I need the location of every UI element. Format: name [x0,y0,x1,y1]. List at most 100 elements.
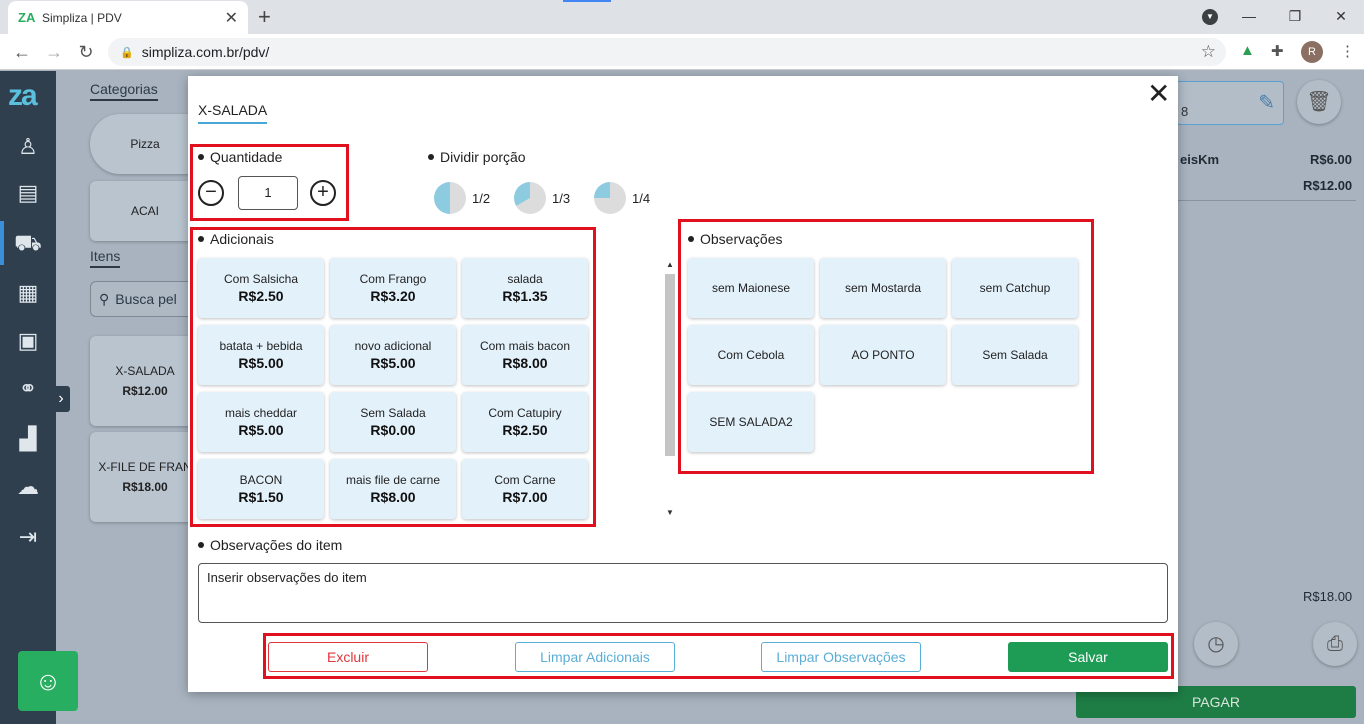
portion-half[interactable]: 1/2 [434,182,490,214]
observation-option[interactable]: sem Catchup [952,258,1078,318]
addition-card[interactable]: Com mais bacon R$8.00 [462,325,588,385]
forward-icon[interactable]: → [42,40,66,64]
search-placeholder: Busca pel [115,291,177,307]
observation-option[interactable]: AO PONTO [820,325,946,385]
addition-name: Com Salsicha [223,272,299,286]
addition-price: R$5.00 [370,355,416,371]
cloud-icon[interactable]: ☁ [12,471,44,503]
bookmark-star-icon[interactable]: ☆ [1201,42,1216,62]
customer-field-text: 8 [1181,104,1189,119]
chat-icon[interactable]: ☺ [18,651,78,711]
addition-card[interactable]: BACON R$1.50 [198,459,324,519]
addition-card[interactable]: Sem Salada R$0.00 [330,392,456,452]
register-icon[interactable]: ▦ [12,277,44,309]
split-label: Dividir porção [428,149,526,165]
profile-avatar[interactable]: R [1301,41,1323,63]
addition-price: R$2.50 [502,422,548,438]
card-icon[interactable]: ▤ [12,177,44,209]
customer-field[interactable]: 8 ✎ [1176,81,1284,125]
item-observations-textarea[interactable]: Inserir observações do item [198,563,1168,623]
sidebar-toggle-chevron-icon[interactable]: › [52,386,70,412]
addition-card[interactable]: salada R$1.35 [462,258,588,318]
observation-option[interactable]: Sem Salada [952,325,1078,385]
tab-search-icon[interactable]: ▼ [1202,9,1218,25]
addition-price: R$2.50 [238,288,284,304]
reload-icon[interactable]: ↻ [74,40,98,64]
portion-third[interactable]: 1/3 [514,182,570,214]
addition-card[interactable]: Com Catupiry R$2.50 [462,392,588,452]
handshake-icon[interactable]: ⚭ [12,373,44,405]
addition-name: Com Catupiry [488,406,562,420]
portion-quarter[interactable]: 1/4 [594,182,650,214]
chart-icon[interactable]: ▟ [12,423,44,455]
addition-price: R$1.50 [238,489,284,505]
user-org-icon[interactable]: ♙ [12,131,44,163]
printer-icon[interactable]: ⎙ [1313,622,1357,666]
item-name: X-FILE DE FRAN [98,460,192,474]
item-search-input[interactable]: ⚲ Busca pel [90,281,200,317]
quantity-label-text: Quantidade [210,149,283,165]
portion-label: 1/3 [552,190,571,206]
extensions-icon[interactable]: ✚ [1271,42,1284,60]
item-card[interactable]: X-FILE DE FRAN R$18.00 [90,432,200,522]
tab-accent-bar [563,0,611,2]
addition-card[interactable]: novo adicional R$5.00 [330,325,456,385]
back-icon[interactable]: ← [10,40,34,64]
scroll-thumb[interactable] [665,274,675,456]
observation-option[interactable]: SEM SALADA2 [688,392,814,452]
quantity-label: Quantidade [198,149,282,165]
additions-label: Adicionais [198,231,274,247]
scroll-down-icon[interactable]: ▼ [663,506,677,520]
addition-price: R$8.00 [370,489,416,505]
logout-icon[interactable]: ⇥ [12,521,44,553]
quantity-input[interactable]: 1 [238,176,298,210]
browser-menu-icon[interactable]: ⋮ [1340,42,1355,60]
increase-quantity-button[interactable]: + [310,180,336,206]
customer-edit-icon[interactable]: ✎ [1258,90,1275,115]
delete-button[interactable]: Excluir [268,642,428,672]
portion-label: 1/2 [472,190,491,206]
categories-title: Categorias [90,81,158,101]
close-window-button[interactable]: ✕ [1318,0,1364,34]
addition-price: R$5.00 [238,355,284,371]
minimize-button[interactable]: — [1226,0,1272,34]
maximize-button[interactable]: ❐ [1272,0,1318,34]
modal-title: X-SALADA [198,102,268,124]
addition-price: R$0.00 [370,422,416,438]
clear-observations-button[interactable]: Limpar Observações [761,642,921,672]
addition-card[interactable]: batata + bebida R$5.00 [198,325,324,385]
addition-name: mais file de carne [345,473,441,487]
addition-card[interactable]: mais cheddar R$5.00 [198,392,324,452]
history-icon[interactable]: ◷ [1194,622,1238,666]
tab-close-icon[interactable]: ✕ [225,8,238,28]
item-name: X-SALADA [115,364,175,378]
observation-option[interactable]: sem Maionese [688,258,814,318]
observation-option[interactable]: sem Mostarda [820,258,946,318]
category-acai[interactable]: ACAI [90,181,200,241]
delivery-icon[interactable]: ⛟ [12,227,44,259]
address-bar[interactable]: 🔒 simpliza.com.br/pdv/ ☆ [108,38,1226,66]
decrease-quantity-button[interactable]: − [198,180,224,206]
item-card[interactable]: X-SALADA R$12.00 [90,336,200,426]
addition-card[interactable]: Com Salsicha R$2.50 [198,258,324,318]
additions-scrollbar[interactable]: ▲ ▼ [663,258,677,520]
observation-option[interactable]: Com Cebola [688,325,814,385]
addition-name: Com mais bacon [479,339,571,353]
addition-card[interactable]: mais file de carne R$8.00 [330,459,456,519]
drive-icon[interactable]: ▲ [1240,42,1255,59]
close-icon[interactable]: ✕ [1147,80,1170,108]
order-line-price: R$6.00 [1310,152,1352,167]
category-pizza[interactable]: Pizza [90,114,200,174]
browser-tab[interactable]: ZA Simpliza | PDV ✕ [8,1,248,34]
invoice-icon[interactable]: ▣ [12,325,44,357]
lock-icon: 🔒 [120,46,134,59]
trash-icon[interactable]: 🗑 [1297,80,1341,124]
nav-active-indicator [0,221,4,265]
scroll-up-icon[interactable]: ▲ [663,258,677,272]
save-button[interactable]: Salvar [1008,642,1168,672]
addition-card[interactable]: Com Carne R$7.00 [462,459,588,519]
clear-additions-button[interactable]: Limpar Adicionais [515,642,675,672]
addition-card[interactable]: Com Frango R$3.20 [330,258,456,318]
split-label-text: Dividir porção [440,149,526,165]
new-tab-button[interactable]: + [258,5,271,29]
